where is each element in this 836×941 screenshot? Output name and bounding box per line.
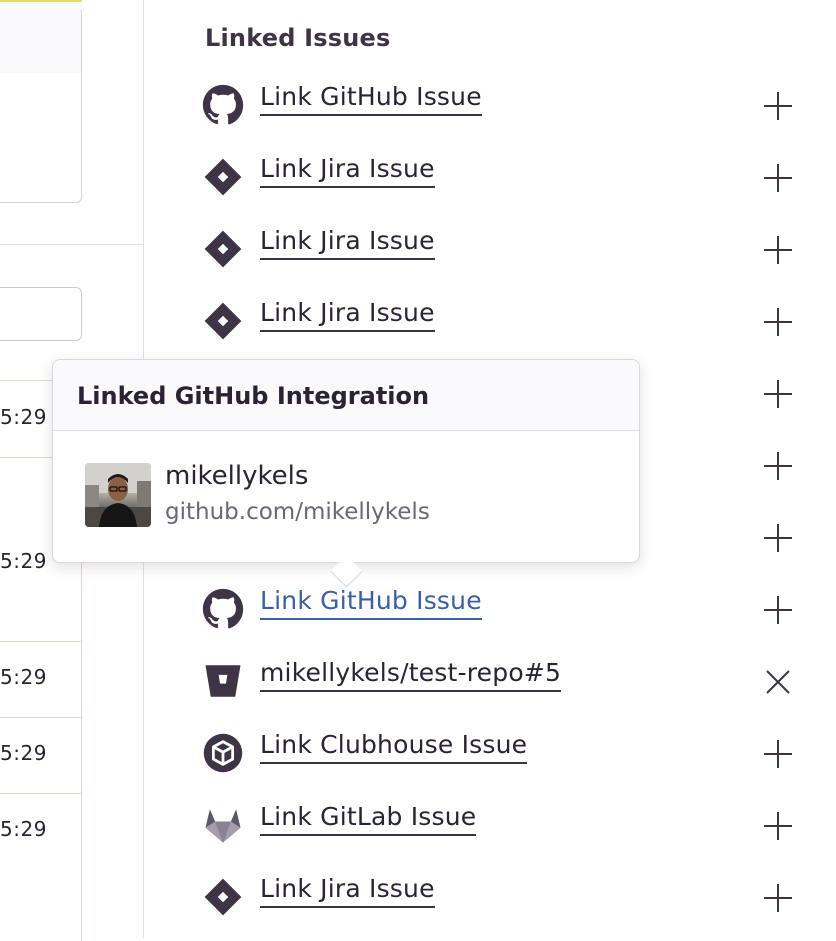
jira-icon (202, 300, 244, 342)
event-time-text: 5:29 (0, 817, 47, 841)
gitlab-icon (202, 804, 244, 846)
add-icon[interactable] (760, 160, 796, 196)
linked-issue-row-gitlab: Link GitLab Issue (200, 800, 800, 848)
left-input-field[interactable] (0, 287, 82, 341)
link-jira-issue[interactable]: Link Jira Issue (260, 226, 435, 260)
linked-issue-row-jira: Link Jira Issue (200, 872, 800, 920)
add-icon[interactable] (760, 880, 796, 916)
left-divider-line (0, 244, 143, 245)
link-github-issue[interactable]: Link GitHub Issue (260, 82, 482, 116)
event-row[interactable]: 5:29 (0, 717, 81, 794)
link-jira-issue[interactable]: Link Jira Issue (260, 298, 435, 332)
tooltip-title: Linked GitHub Integration (77, 382, 430, 410)
event-time-text: 5:29 (0, 405, 47, 429)
avatar (85, 463, 151, 527)
add-icon[interactable] (760, 304, 796, 340)
add-icon[interactable] (760, 448, 796, 484)
linked-issues-title: Linked Issues (205, 24, 391, 52)
bitbucket-icon (202, 660, 244, 702)
left-top-card (0, 10, 82, 203)
event-row[interactable]: 5:29 (0, 641, 81, 718)
add-icon[interactable] (760, 232, 796, 268)
jira-icon (202, 876, 244, 918)
link-gitlab-issue[interactable]: Link GitLab Issue (260, 802, 477, 836)
add-icon[interactable] (760, 736, 796, 772)
linked-issue-row-jira: Link Jira Issue (200, 152, 800, 200)
event-row[interactable]: 5:29 (0, 793, 81, 941)
linked-issue-row-github: Link GitHub Issue (200, 80, 800, 128)
tooltip-header: Linked GitHub Integration (53, 360, 639, 431)
account-name: mikellykels (165, 461, 309, 491)
close-icon[interactable] (760, 664, 796, 700)
linked-issue-row-jira: Link Jira Issue (200, 296, 800, 344)
add-icon[interactable] (760, 376, 796, 412)
add-icon[interactable] (760, 808, 796, 844)
linked-issue-row-jira: Link Jira Issue (200, 224, 800, 272)
jira-icon (202, 156, 244, 198)
event-time-text: 5:29 (0, 549, 47, 573)
jira-icon (202, 228, 244, 270)
linked-github-integration-tooltip: Linked GitHub Integration mikellykels gi… (52, 359, 640, 588)
github-icon (202, 84, 244, 126)
linked-issue-row-bitbucket: mikellykels/test-repo#5 (200, 656, 800, 704)
add-icon[interactable] (760, 592, 796, 628)
clubhouse-icon (202, 732, 244, 774)
add-icon[interactable] (760, 88, 796, 124)
event-time-text: 5:29 (0, 741, 47, 765)
linked-issue-row-github: Link GitHub Issue (200, 584, 800, 632)
link-bitbucket-issue[interactable]: mikellykels/test-repo#5 (260, 658, 562, 692)
link-jira-issue[interactable]: Link Jira Issue (260, 154, 435, 188)
add-icon[interactable] (760, 520, 796, 556)
left-top-card-header (0, 10, 81, 73)
linked-issue-row-clubhouse: Link Clubhouse Issue (200, 728, 800, 776)
link-github-issue[interactable]: Link GitHub Issue (260, 586, 482, 620)
link-jira-issue[interactable]: Link Jira Issue (260, 874, 435, 908)
account-url: github.com/mikellykels (165, 499, 430, 525)
avatar-photo-icon (85, 463, 151, 527)
github-icon (202, 588, 244, 630)
tooltip-body: mikellykels github.com/mikellykels (53, 431, 639, 561)
link-clubhouse-issue[interactable]: Link Clubhouse Issue (260, 730, 528, 764)
event-time-text: 5:29 (0, 665, 47, 689)
